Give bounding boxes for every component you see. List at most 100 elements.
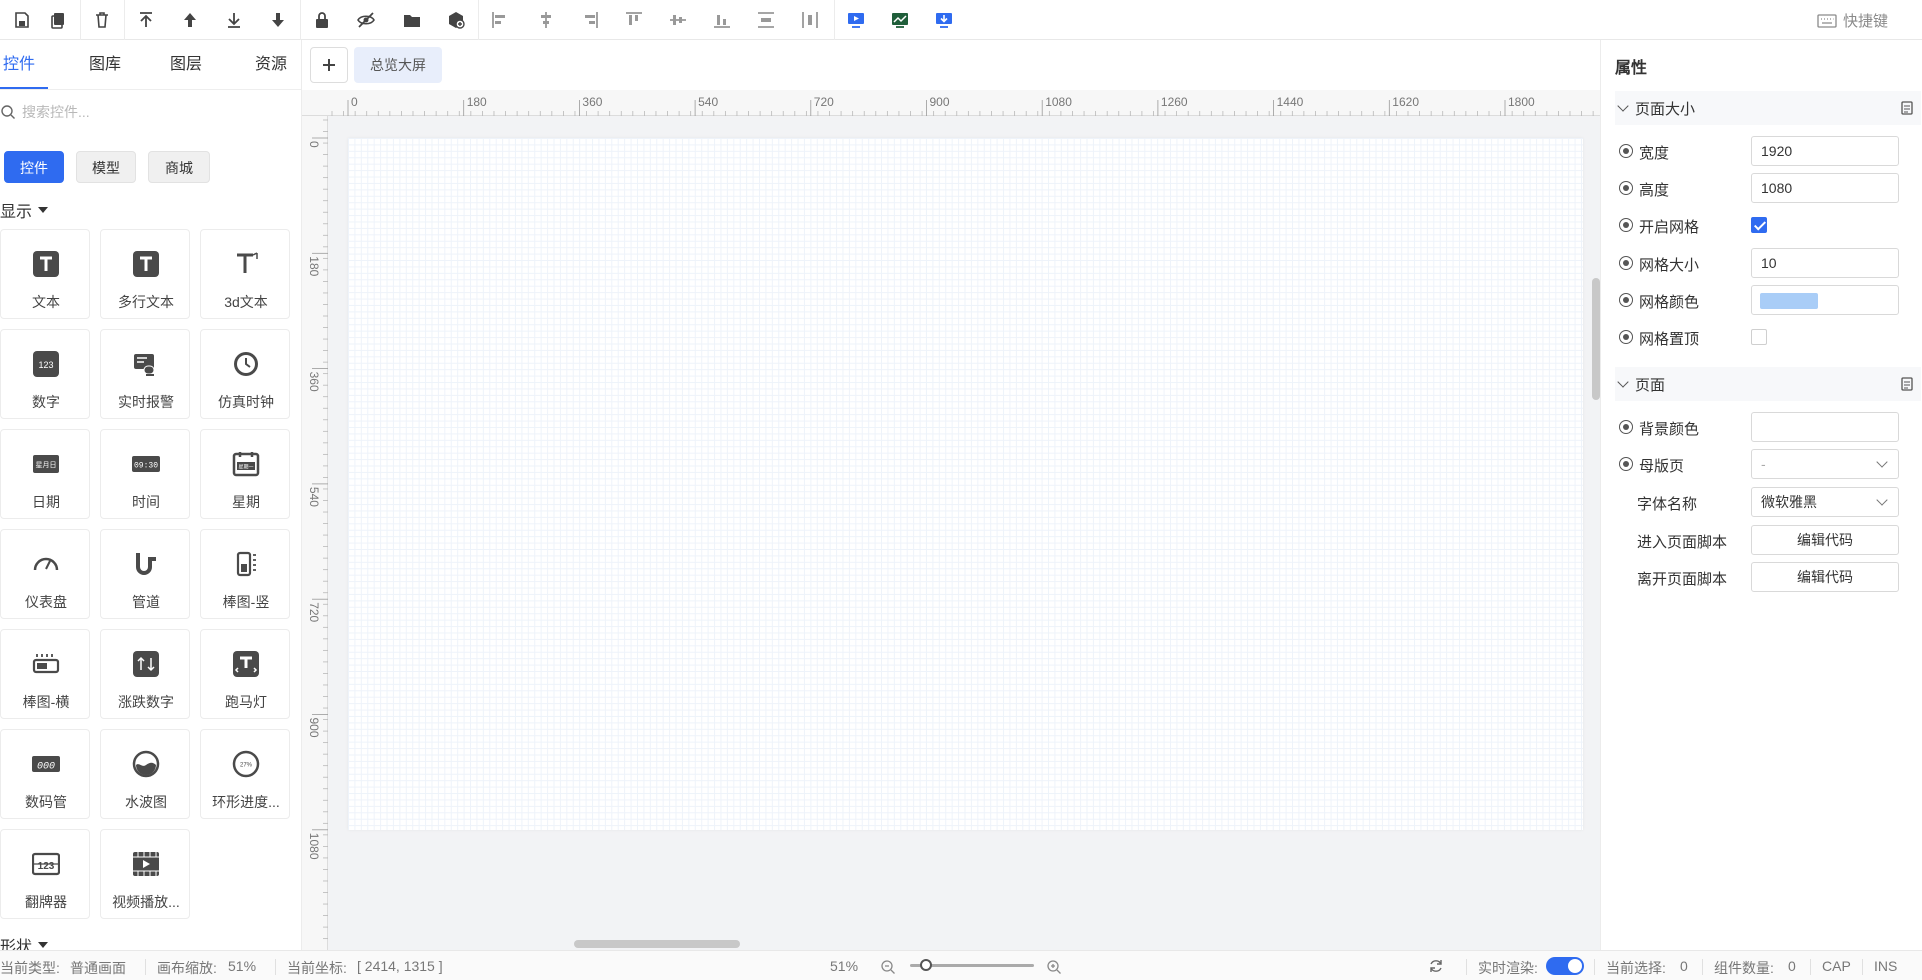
distribute-vertical-icon[interactable]	[744, 0, 788, 40]
distribute-horizontal-icon[interactable]	[788, 0, 832, 40]
marquee-icon	[233, 651, 259, 677]
realtime-render-toggle[interactable]	[1546, 957, 1584, 975]
widget-multiline-text[interactable]: 多行文本	[100, 229, 190, 319]
widget-water-wave[interactable]: 水波图	[100, 729, 190, 819]
tab-layers[interactable]: 图层	[170, 40, 202, 90]
widget-vertical-bar[interactable]: 棒图-竖	[200, 529, 290, 619]
document-icon[interactable]	[1901, 377, 1913, 391]
move-up-icon[interactable]	[168, 0, 212, 40]
hide-icon[interactable]	[344, 0, 388, 40]
widget-clock[interactable]: 仿真时钟	[200, 329, 290, 419]
tab-gallery[interactable]: 图库	[89, 40, 121, 90]
bind-radio-icon[interactable]	[1619, 144, 1633, 158]
widget-pipe[interactable]: 管道	[100, 529, 190, 619]
widget-number[interactable]: 123 数字	[0, 329, 90, 419]
widget-time[interactable]: 09:30 时间	[100, 429, 190, 519]
category-store-button[interactable]: 商城	[148, 151, 210, 183]
bind-radio-icon[interactable]	[1619, 293, 1633, 307]
vertical-scrollbar[interactable]	[1592, 278, 1600, 400]
background-color-picker[interactable]	[1751, 412, 1899, 442]
master-page-select[interactable]: -	[1751, 449, 1899, 479]
group-page[interactable]: 页面	[1615, 367, 1921, 401]
add-page-button[interactable]	[310, 47, 348, 83]
chart-preview-icon[interactable]	[878, 0, 922, 40]
publish-icon[interactable]	[922, 0, 966, 40]
shortcut-button[interactable]: 快捷键	[1817, 10, 1888, 31]
align-right-icon[interactable]	[568, 0, 612, 40]
bind-radio-icon[interactable]	[1619, 218, 1633, 232]
align-top-icon[interactable]	[612, 0, 656, 40]
zoom-in-icon[interactable]	[1046, 959, 1062, 975]
canvas-area[interactable]: 0 180 360 540 720 900 1080 1260 1440 1620 1800 0 18…	[302, 90, 1600, 950]
selection-value: 0	[1680, 958, 1688, 974]
font-name-select[interactable]: 微软雅黑	[1751, 487, 1899, 517]
tab-resources[interactable]: 资源	[255, 40, 287, 90]
align-center-h-icon[interactable]	[524, 0, 568, 40]
chevron-down-icon	[1876, 494, 1888, 506]
ruler-x-label: 540	[698, 95, 718, 109]
grid-on-top-label: 网格置顶	[1639, 331, 1700, 348]
multiline-text-icon	[133, 251, 159, 277]
document-icon[interactable]	[1901, 101, 1913, 115]
vertical-ruler: 0 180 360 540 720 900 1080	[302, 116, 328, 950]
send-to-back-icon[interactable]	[212, 0, 256, 40]
lock-icon[interactable]	[300, 0, 344, 40]
horizontal-scrollbar[interactable]	[574, 940, 740, 948]
gauge-icon	[33, 557, 59, 571]
grid-size-input[interactable]	[1751, 248, 1899, 278]
bind-radio-icon[interactable]	[1619, 330, 1633, 344]
bind-radio-icon[interactable]	[1619, 420, 1633, 434]
align-middle-v-icon[interactable]	[656, 0, 700, 40]
widget-digital-tube[interactable]: 000 数码管	[0, 729, 90, 819]
canvas-page[interactable]	[348, 138, 1583, 830]
bind-radio-icon[interactable]	[1619, 457, 1633, 471]
category-widgets-button[interactable]: 控件	[4, 151, 64, 183]
refresh-icon[interactable]	[1428, 958, 1444, 974]
section-shape[interactable]: 形状	[0, 933, 49, 950]
align-bottom-icon[interactable]	[700, 0, 744, 40]
widget-horizontal-bar[interactable]: 棒图-横	[0, 629, 90, 719]
widget-3d-text[interactable]: 3d文本	[200, 229, 290, 319]
bind-radio-icon[interactable]	[1619, 256, 1633, 270]
tab-widgets[interactable]: 控件	[3, 40, 35, 90]
width-input[interactable]	[1751, 136, 1899, 166]
search-input[interactable]	[22, 97, 292, 127]
bind-radio-icon[interactable]	[1619, 181, 1633, 195]
widget-gauge[interactable]: 仪表盘	[0, 529, 90, 619]
folder-icon[interactable]	[390, 0, 434, 40]
widget-week[interactable]: 星期一 星期	[200, 429, 290, 519]
category-models-button[interactable]: 模型	[76, 151, 136, 183]
move-down-icon[interactable]	[256, 0, 300, 40]
caret-down-icon	[38, 942, 49, 948]
edit-leave-script-button[interactable]: 编辑代码	[1751, 562, 1899, 592]
widget-alarm[interactable]: 实时报警	[100, 329, 190, 419]
widget-flip-counter[interactable]: 123 翻牌器	[0, 829, 90, 919]
widget-video-player[interactable]: 视频播放...	[100, 829, 190, 919]
add-component-icon[interactable]	[434, 0, 478, 40]
grid-on-top-checkbox[interactable]	[1751, 329, 1767, 345]
preview-icon[interactable]	[834, 0, 878, 40]
section-display[interactable]: 显示	[0, 198, 49, 222]
insert-mode-indicator: INS	[1874, 958, 1898, 974]
widget-date[interactable]: 星月日 日期	[0, 429, 90, 519]
week-icon-text: 星期一	[238, 465, 253, 471]
edit-enter-script-button[interactable]: 编辑代码	[1751, 525, 1899, 555]
zoom-out-icon[interactable]	[880, 959, 896, 975]
widget-text[interactable]: 文本	[0, 229, 90, 319]
zoom-slider-handle[interactable]	[920, 959, 932, 971]
left-tabs: 控件 图库 图层 资源	[0, 40, 301, 90]
delete-icon[interactable]	[80, 0, 124, 40]
height-input[interactable]	[1751, 173, 1899, 203]
widget-rise-fall-number[interactable]: 涨跌数字	[100, 629, 190, 719]
align-left-icon[interactable]	[478, 0, 522, 40]
bring-to-front-icon[interactable]	[124, 0, 168, 40]
realtime-render-label: 实时渲染:	[1478, 960, 1538, 976]
widget-ring-progress[interactable]: 27% 环形进度...	[200, 729, 290, 819]
widget-marquee[interactable]: 跑马灯	[200, 629, 290, 719]
grid-enabled-checkbox[interactable]	[1751, 217, 1767, 233]
grid-color-picker[interactable]	[1751, 285, 1899, 315]
chevron-down-icon	[1617, 100, 1629, 112]
tab-overview-screen[interactable]: 总览大屏	[354, 47, 442, 83]
copy-icon[interactable]	[36, 0, 80, 40]
group-page-size[interactable]: 页面大小	[1615, 91, 1921, 125]
